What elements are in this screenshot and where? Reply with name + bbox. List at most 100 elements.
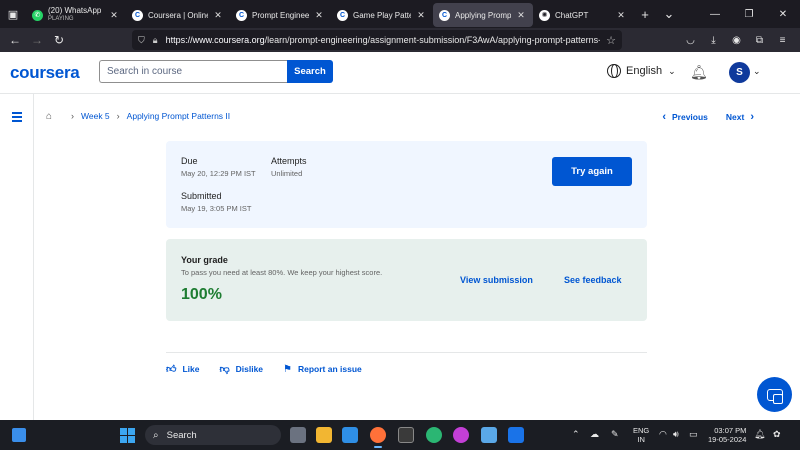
coursera-icon: C	[337, 9, 348, 21]
try-again-button[interactable]: Try again	[552, 157, 632, 186]
restore-icon[interactable]: ❐	[732, 9, 766, 20]
browser-tab-strip: ▣ ✆ (20) WhatsApp PLAYING ✕ C Coursera |…	[0, 0, 800, 28]
download-icon[interactable]: ⤓	[702, 35, 725, 46]
bookmark-star-icon[interactable]: ☆	[606, 34, 616, 47]
taskbar-clock[interactable]: 03:07 PM 19-05-2024	[708, 426, 746, 444]
widgets-icon[interactable]	[12, 428, 26, 442]
close-icon[interactable]: ✕	[415, 10, 427, 21]
cloud-icon[interactable]: ☁	[590, 429, 599, 440]
mail-icon[interactable]	[508, 427, 524, 443]
shield-icon[interactable]: ⛉	[138, 35, 145, 46]
account-icon[interactable]: ◉	[725, 35, 748, 46]
home-icon[interactable]: ⌂	[46, 111, 56, 122]
input-language[interactable]: ENG IN	[633, 426, 649, 444]
breadcrumb-item[interactable]: Applying Prompt Patterns II	[127, 111, 230, 121]
report-issue-button[interactable]: ⚑ Report an issue	[283, 364, 362, 375]
coursera-icon: C	[236, 9, 247, 21]
edge-icon[interactable]	[426, 427, 442, 443]
new-tab-icon[interactable]: +	[633, 7, 657, 22]
terminal-icon[interactable]	[398, 427, 414, 443]
avatar[interactable]: S	[729, 62, 750, 83]
chevron-up-icon[interactable]: ⌃	[572, 429, 580, 440]
tab-subtitle: PLAYING	[48, 16, 74, 22]
url-text[interactable]: https://www.coursera.org/learn/prompt-en…	[166, 35, 601, 45]
bell-icon[interactable]: 🔔︎	[690, 64, 708, 81]
view-submission-link[interactable]: View submission	[460, 275, 533, 285]
dislike-label: Dislike	[235, 364, 264, 374]
see-feedback-link[interactable]: See feedback	[564, 275, 622, 285]
submitted-label: Submitted	[181, 191, 222, 201]
tab-list-icon[interactable]: ▣	[0, 0, 26, 28]
close-icon[interactable]: ✕	[515, 10, 527, 21]
coursera-logo[interactable]: coursera	[10, 63, 80, 83]
taskbar-search-label: Search	[166, 429, 197, 441]
vscode-icon[interactable]	[342, 427, 358, 443]
breadcrumb: ⌂ › Week 5 › Applying Prompt Patterns II	[46, 111, 230, 122]
file-explorer-icon[interactable]	[316, 427, 332, 443]
due-label: Due	[181, 156, 198, 166]
list-all-tabs-icon[interactable]: ⌄	[657, 6, 681, 22]
search-icon: ⌕	[153, 429, 159, 441]
chevron-left-icon[interactable]: ‹	[662, 111, 666, 123]
menu-icon[interactable]: ≡	[771, 35, 794, 46]
windows-start-icon[interactable]	[120, 428, 135, 443]
lock-icon[interactable]: 🔒︎	[153, 35, 158, 46]
tab-prompt-engineering[interactable]: C Prompt Engineering ✕	[230, 3, 331, 27]
attempts-value: Unlimited	[271, 169, 303, 178]
copilot-icon[interactable]: ✿	[773, 429, 781, 440]
dislike-button[interactable]: 👎︎ Dislike	[219, 363, 263, 375]
notification-bell-icon[interactable]: 🔔︎	[754, 429, 765, 440]
chevron-right-icon[interactable]: ›	[750, 111, 754, 123]
language-selector[interactable]: English ⌄	[607, 64, 676, 78]
tab-chatgpt[interactable]: ✺ ChatGPT ✕	[533, 3, 633, 27]
language-label: English	[626, 65, 663, 77]
pen-icon[interactable]: ✎	[611, 429, 619, 440]
notepad-icon[interactable]	[481, 427, 497, 443]
address-bar[interactable]: ⛉ 🔒︎ https://www.coursera.org/learn/prom…	[132, 30, 622, 50]
tab-whatsapp[interactable]: ✆ (20) WhatsApp PLAYING ✕	[26, 3, 126, 27]
tab-game-play-pattern[interactable]: C Game Play Pattern | ✕	[331, 3, 433, 27]
due-value: May 20, 12:29 PM IST	[181, 169, 256, 178]
divider	[166, 352, 647, 353]
task-view-icon[interactable]	[290, 427, 306, 443]
close-icon[interactable]: ✕	[212, 10, 224, 21]
minimize-icon[interactable]: —	[698, 9, 732, 20]
windows-taskbar: ⌕ Search ⌃ ☁ ✎ ENG IN ◠ 🔊︎ ▭ 03:07 PM 19…	[0, 420, 800, 450]
chevron-right-icon: ›	[71, 111, 74, 121]
firefox-icon[interactable]	[370, 427, 386, 448]
chevron-down-icon[interactable]: ⌄	[753, 66, 761, 77]
volume-icon[interactable]: 🔊︎	[673, 429, 679, 440]
back-icon[interactable]: ←	[4, 33, 26, 47]
report-label: Report an issue	[298, 364, 362, 374]
taskbar-search[interactable]: ⌕ Search	[145, 425, 281, 445]
tab-applying-prompt-patterns[interactable]: C Applying Prompt Pa ✕	[433, 3, 533, 27]
feedback-actions: 👍︎ Like 👎︎ Dislike ⚑ Report an issue	[166, 363, 382, 376]
like-button[interactable]: 👍︎ Like	[166, 363, 199, 375]
close-icon[interactable]: ✕	[615, 10, 627, 21]
chevron-down-icon: ⌄	[668, 65, 676, 76]
window-close-icon[interactable]: ✕	[766, 9, 800, 20]
tab-coursera-online[interactable]: C Coursera | Online C ✕	[126, 3, 230, 27]
due-card: Due May 20, 12:29 PM IST Attempts Unlimi…	[166, 141, 647, 228]
breadcrumb-week[interactable]: Week 5	[81, 111, 110, 121]
extensions-icon[interactable]: ⧉	[748, 35, 771, 46]
pocket-icon[interactable]: ◡	[679, 35, 702, 46]
thumbs-up-icon: 👍︎	[166, 364, 177, 375]
search-input[interactable]	[99, 60, 287, 83]
reload-icon[interactable]: ↻	[48, 33, 70, 47]
hamburger-menu-icon[interactable]	[12, 112, 22, 124]
close-icon[interactable]: ✕	[313, 10, 325, 21]
next-link[interactable]: Next	[726, 112, 744, 122]
chat-help-button[interactable]	[757, 377, 792, 412]
wifi-icon[interactable]: ◠	[659, 429, 667, 440]
grade-card: Your grade To pass you need at least 80%…	[166, 239, 647, 321]
like-label: Like	[182, 364, 200, 374]
search-button[interactable]: Search	[287, 60, 333, 83]
grade-title: Your grade	[181, 255, 228, 265]
close-icon[interactable]: ✕	[108, 10, 120, 21]
app-icon[interactable]	[453, 427, 469, 443]
previous-link[interactable]: Previous	[672, 112, 708, 122]
forward-icon[interactable]: →	[26, 33, 48, 47]
battery-icon[interactable]: ▭	[689, 429, 698, 440]
attempts-label: Attempts	[271, 156, 307, 166]
